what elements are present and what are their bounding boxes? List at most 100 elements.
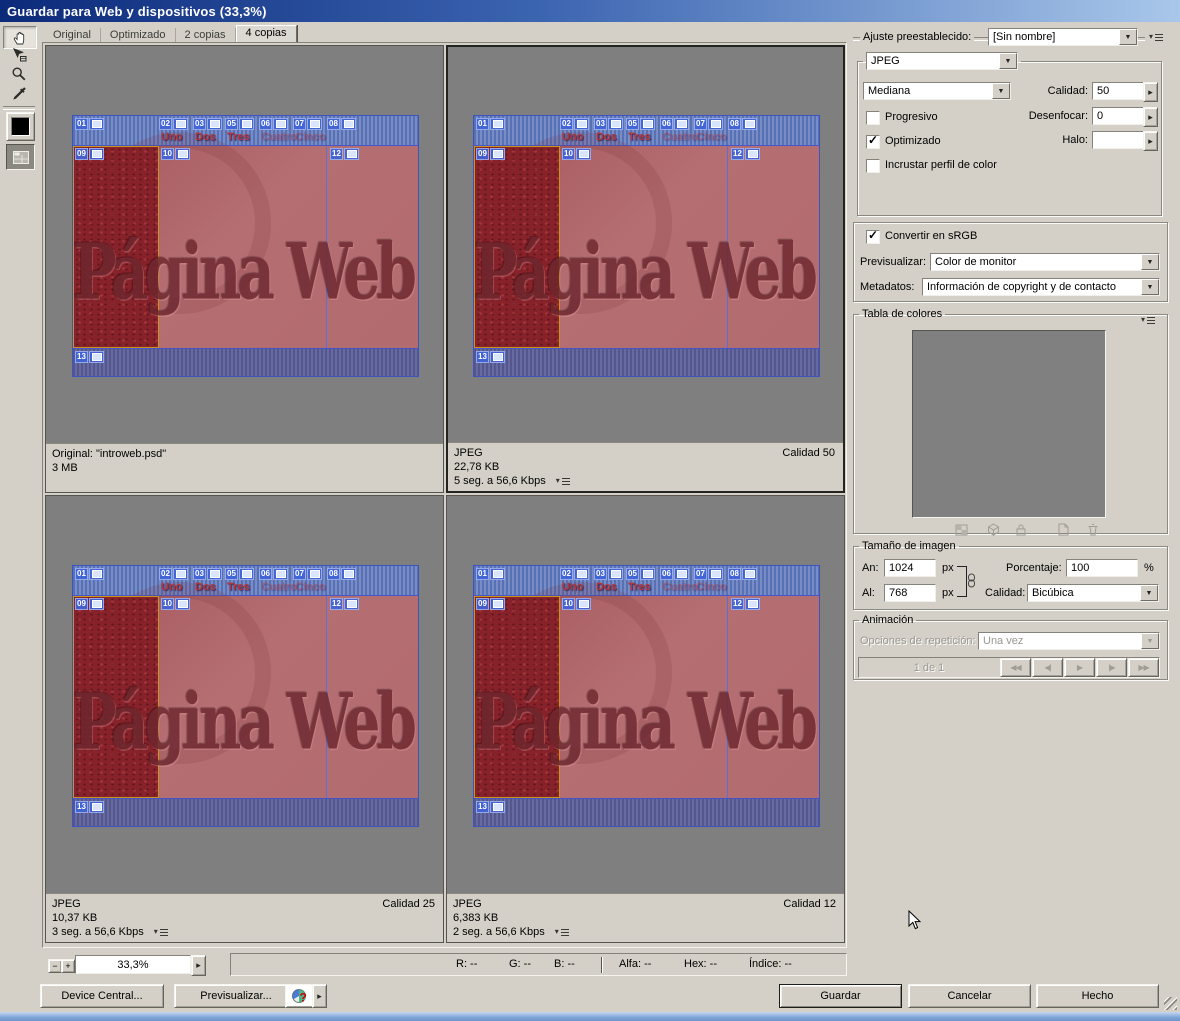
- slice-label[interactable]: 07: [694, 118, 723, 130]
- slice-label[interactable]: 06: [660, 118, 689, 130]
- halo-input[interactable]: [1092, 131, 1145, 149]
- color-table[interactable]: [912, 330, 1106, 518]
- desenfocar-spinner[interactable]: [1143, 107, 1158, 127]
- zoom-level-field[interactable]: 33,3%: [75, 955, 191, 974]
- slice-label[interactable]: 01: [75, 568, 104, 580]
- slice-label[interactable]: 06: [259, 568, 288, 580]
- metadatos-combobox[interactable]: Información de copyright y de contacto: [922, 278, 1160, 296]
- slice-label[interactable]: 09: [75, 148, 104, 160]
- slice-label[interactable]: 08: [327, 118, 356, 130]
- slice-label[interactable]: 06: [660, 568, 689, 580]
- tab-2-copias[interactable]: 2 copias: [176, 28, 236, 43]
- zoom-in-button[interactable]: +: [61, 959, 75, 973]
- slice-label[interactable]: 12: [330, 148, 359, 160]
- calidad-input[interactable]: [1092, 82, 1145, 100]
- browser-preview-menu-button[interactable]: [312, 984, 327, 1008]
- resample-combobox[interactable]: Bicúbica: [1027, 584, 1159, 602]
- format-combobox[interactable]: JPEG: [866, 52, 1018, 70]
- play-button[interactable]: ▶: [1064, 658, 1095, 677]
- slice-label[interactable]: 05: [225, 118, 254, 130]
- zoom-out-button[interactable]: −: [48, 959, 62, 973]
- slice-label[interactable]: 02: [560, 118, 589, 130]
- slice-label[interactable]: 10: [562, 148, 591, 160]
- slice-label[interactable]: 02: [159, 568, 188, 580]
- guardar-button[interactable]: Guardar: [779, 984, 902, 1008]
- slice-label[interactable]: 05: [626, 118, 655, 130]
- preset-combobox[interactable]: [Sin nombre]: [988, 28, 1138, 46]
- progresivo-checkbox[interactable]: [866, 111, 880, 125]
- optimizado-checkbox[interactable]: [866, 135, 880, 149]
- previsualizar-button[interactable]: Previsualizar...: [174, 984, 298, 1008]
- slice-label[interactable]: 02: [159, 118, 188, 130]
- slice-label[interactable]: 10: [562, 598, 591, 610]
- color-table-menu-icon[interactable]: [1139, 316, 1157, 324]
- slice-label[interactable]: 10: [161, 148, 190, 160]
- combo-arrow-icon[interactable]: [992, 83, 1010, 99]
- zoom-tool[interactable]: [8, 64, 30, 83]
- speed-menu-icon[interactable]: [154, 928, 168, 936]
- slice-label[interactable]: 10: [161, 598, 190, 610]
- slice-label[interactable]: 09: [476, 598, 505, 610]
- height-input[interactable]: [884, 584, 936, 602]
- tab-4-copias[interactable]: 4 copias: [236, 25, 297, 43]
- slice-label[interactable]: 03: [594, 118, 623, 130]
- delete-color-icon[interactable]: [1084, 522, 1102, 537]
- desenfocar-input[interactable]: [1092, 107, 1145, 125]
- tab-original[interactable]: Original: [44, 28, 101, 43]
- eyedropper-tool[interactable]: [8, 84, 30, 103]
- cancelar-button[interactable]: Cancelar: [908, 984, 1031, 1008]
- slice-label[interactable]: 12: [731, 148, 760, 160]
- slice-label[interactable]: 05: [626, 568, 655, 580]
- slice-label[interactable]: 01: [476, 118, 505, 130]
- slice-label[interactable]: 03: [193, 118, 222, 130]
- foreground-color-swatch[interactable]: [6, 112, 35, 141]
- slice-label[interactable]: 12: [731, 598, 760, 610]
- previsualizar-combobox[interactable]: Color de monitor: [930, 253, 1160, 271]
- slice-label[interactable]: 09: [75, 598, 104, 610]
- combo-arrow-icon[interactable]: [1141, 279, 1159, 295]
- width-input[interactable]: [884, 559, 936, 577]
- slice-label[interactable]: 05: [225, 568, 254, 580]
- slice-label[interactable]: 12: [330, 598, 359, 610]
- preview-panel-jpeg-12[interactable]: 01020305060708UnoDosTresCuatroCinco09101…: [446, 495, 845, 943]
- last-frame-button[interactable]: ▶▶: [1128, 658, 1159, 677]
- toggle-slices-button[interactable]: [6, 144, 35, 170]
- halo-spinner[interactable]: [1143, 131, 1158, 151]
- resize-grip[interactable]: [1164, 997, 1177, 1010]
- combo-arrow-icon[interactable]: [1141, 254, 1159, 270]
- slice-label[interactable]: 13: [75, 351, 104, 363]
- speed-menu-icon[interactable]: [556, 477, 570, 485]
- tab-optimizado[interactable]: Optimizado: [101, 28, 176, 43]
- slice-label[interactable]: 07: [293, 568, 322, 580]
- compression-combobox[interactable]: Mediana: [863, 82, 1011, 100]
- slice-label[interactable]: 09: [476, 148, 505, 160]
- previous-frame-button[interactable]: ◀|: [1032, 658, 1063, 677]
- slice-label[interactable]: 07: [293, 118, 322, 130]
- browser-preview-button[interactable]: ?: [285, 984, 314, 1008]
- zoom-menu-button[interactable]: [191, 955, 206, 976]
- combo-arrow-icon[interactable]: [1140, 585, 1158, 601]
- slice-label[interactable]: 03: [193, 568, 222, 580]
- slice-label[interactable]: 07: [694, 568, 723, 580]
- srgb-checkbox[interactable]: [866, 230, 880, 244]
- slice-label[interactable]: 13: [476, 351, 505, 363]
- preview-panel-original[interactable]: 01020305060708UnoDosTresCuatroCinco09101…: [45, 45, 444, 493]
- repeat-combobox[interactable]: Una vez: [978, 632, 1160, 650]
- preset-menu-icon[interactable]: [1149, 33, 1163, 41]
- slice-label[interactable]: 06: [259, 118, 288, 130]
- hecho-button[interactable]: Hecho: [1036, 984, 1159, 1008]
- slice-label[interactable]: 02: [560, 568, 589, 580]
- preview-panel-jpeg-50[interactable]: 01020305060708UnoDosTresCuatroCinco09101…: [446, 45, 845, 493]
- web-shift-icon[interactable]: [984, 522, 1002, 537]
- slice-label[interactable]: 01: [75, 118, 104, 130]
- slice-label[interactable]: 08: [327, 568, 356, 580]
- lock-color-icon[interactable]: [1012, 522, 1030, 537]
- speed-menu-icon[interactable]: [555, 928, 569, 936]
- porcentaje-input[interactable]: [1066, 559, 1138, 577]
- combo-arrow-icon[interactable]: [1119, 29, 1137, 45]
- device-central-button[interactable]: Device Central...: [40, 984, 164, 1008]
- new-color-icon[interactable]: [1054, 522, 1072, 537]
- snap-transparency-icon[interactable]: [952, 522, 970, 537]
- slice-label[interactable]: 13: [476, 801, 505, 813]
- combo-arrow-icon[interactable]: [999, 53, 1017, 69]
